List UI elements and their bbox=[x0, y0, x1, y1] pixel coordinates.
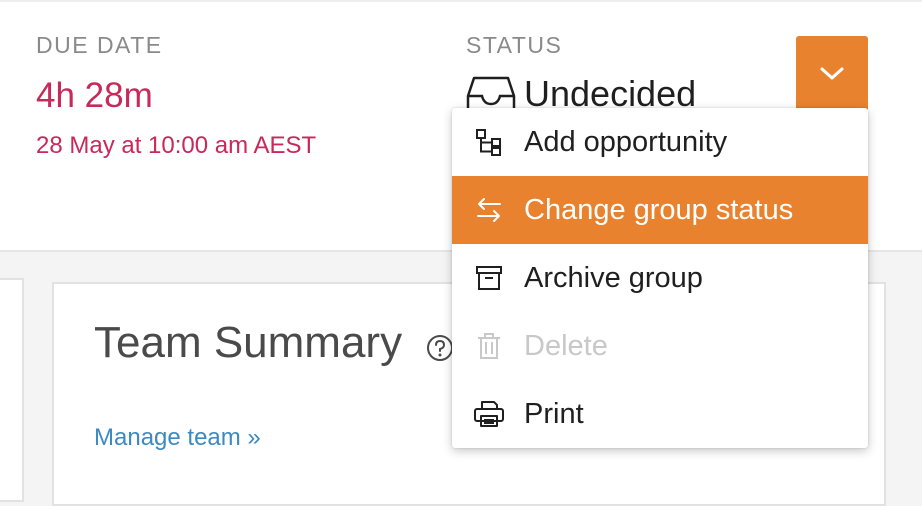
trash-icon bbox=[472, 329, 506, 363]
help-icon[interactable] bbox=[426, 334, 454, 362]
menu-item-label: Add opportunity bbox=[524, 125, 728, 158]
due-remaining: 4h 28m bbox=[36, 76, 153, 115]
menu-item-label: Archive group bbox=[524, 261, 703, 294]
menu-item-delete: Delete bbox=[452, 312, 868, 380]
due-datetime: 28 May at 10:00 am AEST bbox=[36, 132, 317, 159]
top-divider bbox=[0, 0, 922, 2]
swap-arrows-icon bbox=[472, 193, 506, 227]
due-date-label: DUE DATE bbox=[36, 32, 163, 58]
status-dropdown-button[interactable] bbox=[796, 36, 868, 112]
menu-item-print[interactable]: Print bbox=[452, 380, 868, 448]
left-panel bbox=[0, 278, 24, 502]
archive-box-icon bbox=[472, 261, 506, 295]
status-label: STATUS bbox=[466, 32, 563, 58]
chevron-down-icon bbox=[820, 67, 844, 80]
manage-team-link[interactable]: Manage team » bbox=[94, 424, 261, 452]
hierarchy-icon bbox=[472, 125, 506, 159]
team-summary-title: Team Summary bbox=[94, 318, 403, 367]
menu-item-archive-group[interactable]: Archive group bbox=[452, 244, 868, 312]
menu-item-add-opportunity[interactable]: Add opportunity bbox=[452, 108, 868, 176]
menu-item-label: Print bbox=[524, 397, 584, 430]
actions-menu: Add opportunity Change group status Arch… bbox=[452, 108, 868, 448]
menu-item-change-group-status[interactable]: Change group status bbox=[452, 176, 868, 244]
menu-item-label: Change group status bbox=[524, 193, 794, 226]
printer-icon bbox=[472, 397, 506, 431]
menu-item-label: Delete bbox=[524, 329, 608, 362]
